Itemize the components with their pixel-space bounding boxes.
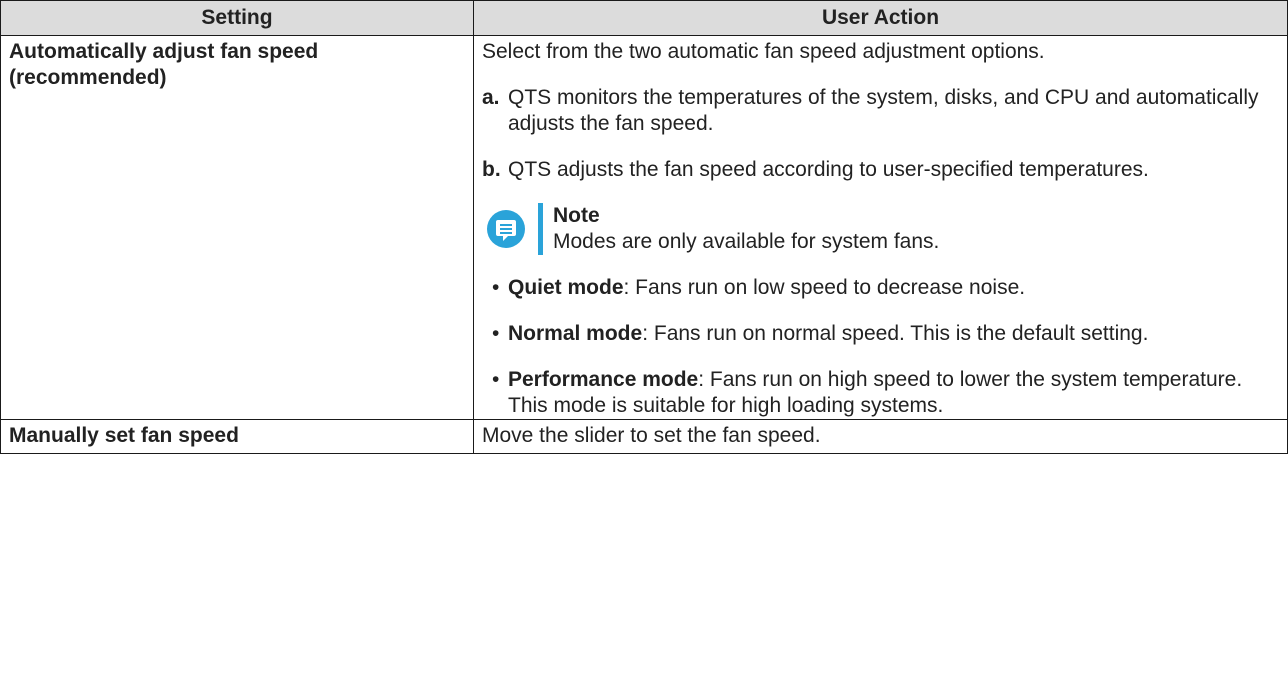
list-item: • Quiet mode: Fans run on low speed to d… <box>492 275 1279 301</box>
note-accent-bar <box>538 203 543 255</box>
option-a-text: QTS monitors the temperatures of the sys… <box>508 86 1259 135</box>
header-setting: Setting <box>0 0 474 36</box>
table-header-row: Setting User Action <box>0 0 1288 36</box>
mode-desc-normal: : Fans run on normal speed. This is the … <box>642 322 1149 345</box>
action-manual-fan: Move the slider to set the fan speed. <box>473 419 1288 454</box>
option-a-mark: a. <box>482 86 500 109</box>
note-body: Note Modes are only available for system… <box>553 203 939 255</box>
table-row: Manually set fan speed Move the slider t… <box>0 419 1288 454</box>
mode-desc-quiet: : Fans run on low speed to decrease nois… <box>623 276 1026 299</box>
note-icon <box>487 210 525 248</box>
option-b-mark: b. <box>482 158 501 181</box>
option-b: b. QTS adjusts the fan speed according t… <box>482 157 1279 183</box>
action-auto-fan: Select from the two automatic fan speed … <box>473 35 1288 420</box>
note-text: Modes are only available for system fans… <box>553 230 940 253</box>
mode-term-quiet: Quiet mode <box>508 276 624 299</box>
bullet-dot: • <box>492 276 500 299</box>
note-callout: Note Modes are only available for system… <box>486 203 1279 255</box>
option-b-text: QTS adjusts the fan speed according to u… <box>508 158 1149 181</box>
action-intro: Select from the two automatic fan speed … <box>482 40 1045 63</box>
list-item: • Normal mode: Fans run on normal speed.… <box>492 321 1279 347</box>
header-user-action: User Action <box>473 0 1288 36</box>
list-item: • Performance mode: Fans run on high spe… <box>492 367 1279 419</box>
table-row: Automatically adjust fan speed (recommen… <box>0 35 1288 420</box>
note-title: Note <box>553 204 600 227</box>
bullet-dot: • <box>492 322 500 345</box>
setting-manual-fan: Manually set fan speed <box>0 419 474 454</box>
mode-term-performance: Performance mode <box>508 368 699 391</box>
action-intro: Move the slider to set the fan speed. <box>482 424 821 447</box>
settings-table: Setting User Action Automatically adjust… <box>0 0 1288 454</box>
setting-auto-fan: Automatically adjust fan speed (recommen… <box>0 35 474 420</box>
mode-term-normal: Normal mode <box>508 322 643 345</box>
option-a: a. QTS monitors the temperatures of the … <box>482 85 1279 137</box>
bullet-dot: • <box>492 368 500 391</box>
